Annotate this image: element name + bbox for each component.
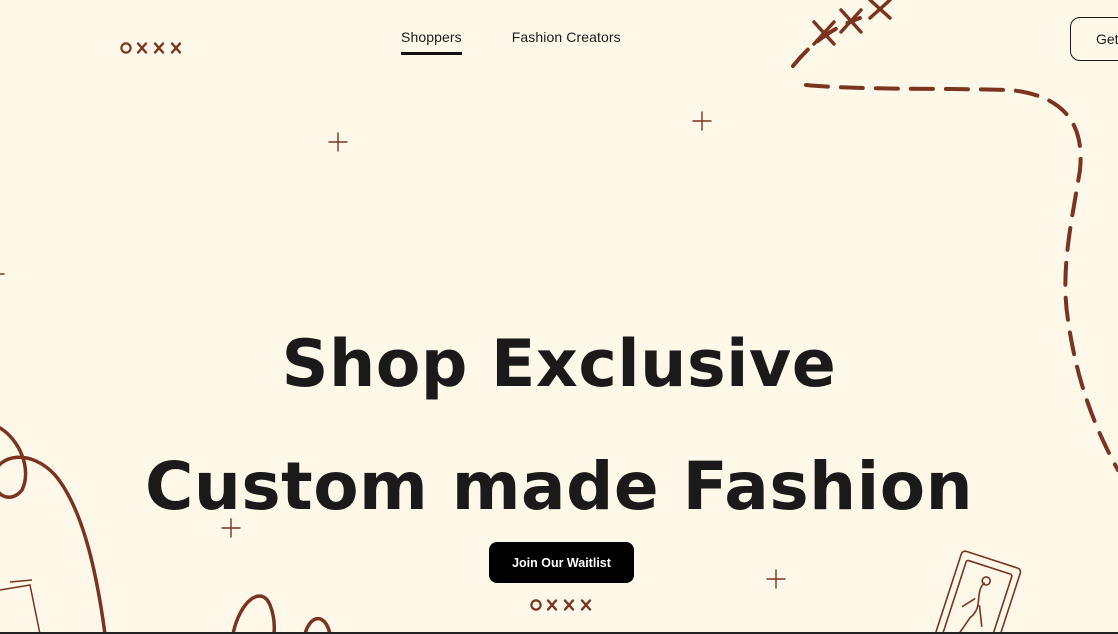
hero-headline-line-2: Custom made Fashion bbox=[144, 448, 974, 526]
stitch-marks bbox=[812, 0, 892, 46]
nav-item-fashion-creators[interactable]: Fashion Creators bbox=[512, 28, 621, 55]
background-decoration bbox=[0, 0, 1118, 634]
card-sketch-icon bbox=[933, 550, 1022, 634]
get-started-button[interactable]: Get bbox=[1070, 17, 1118, 61]
join-waitlist-button[interactable]: Join Our Waitlist bbox=[489, 542, 634, 583]
main-nav: Shoppers Fashion Creators bbox=[401, 28, 621, 55]
nav-item-shoppers[interactable]: Shoppers bbox=[401, 28, 462, 55]
hero-headline-line-1: Shop Exclusive bbox=[281, 326, 837, 402]
oxxx-logo-icon[interactable] bbox=[120, 40, 186, 56]
bottom-wave-path bbox=[231, 594, 332, 634]
oxxx-logo-bottom-icon bbox=[530, 599, 592, 611]
book-sketch-icon bbox=[0, 579, 41, 634]
